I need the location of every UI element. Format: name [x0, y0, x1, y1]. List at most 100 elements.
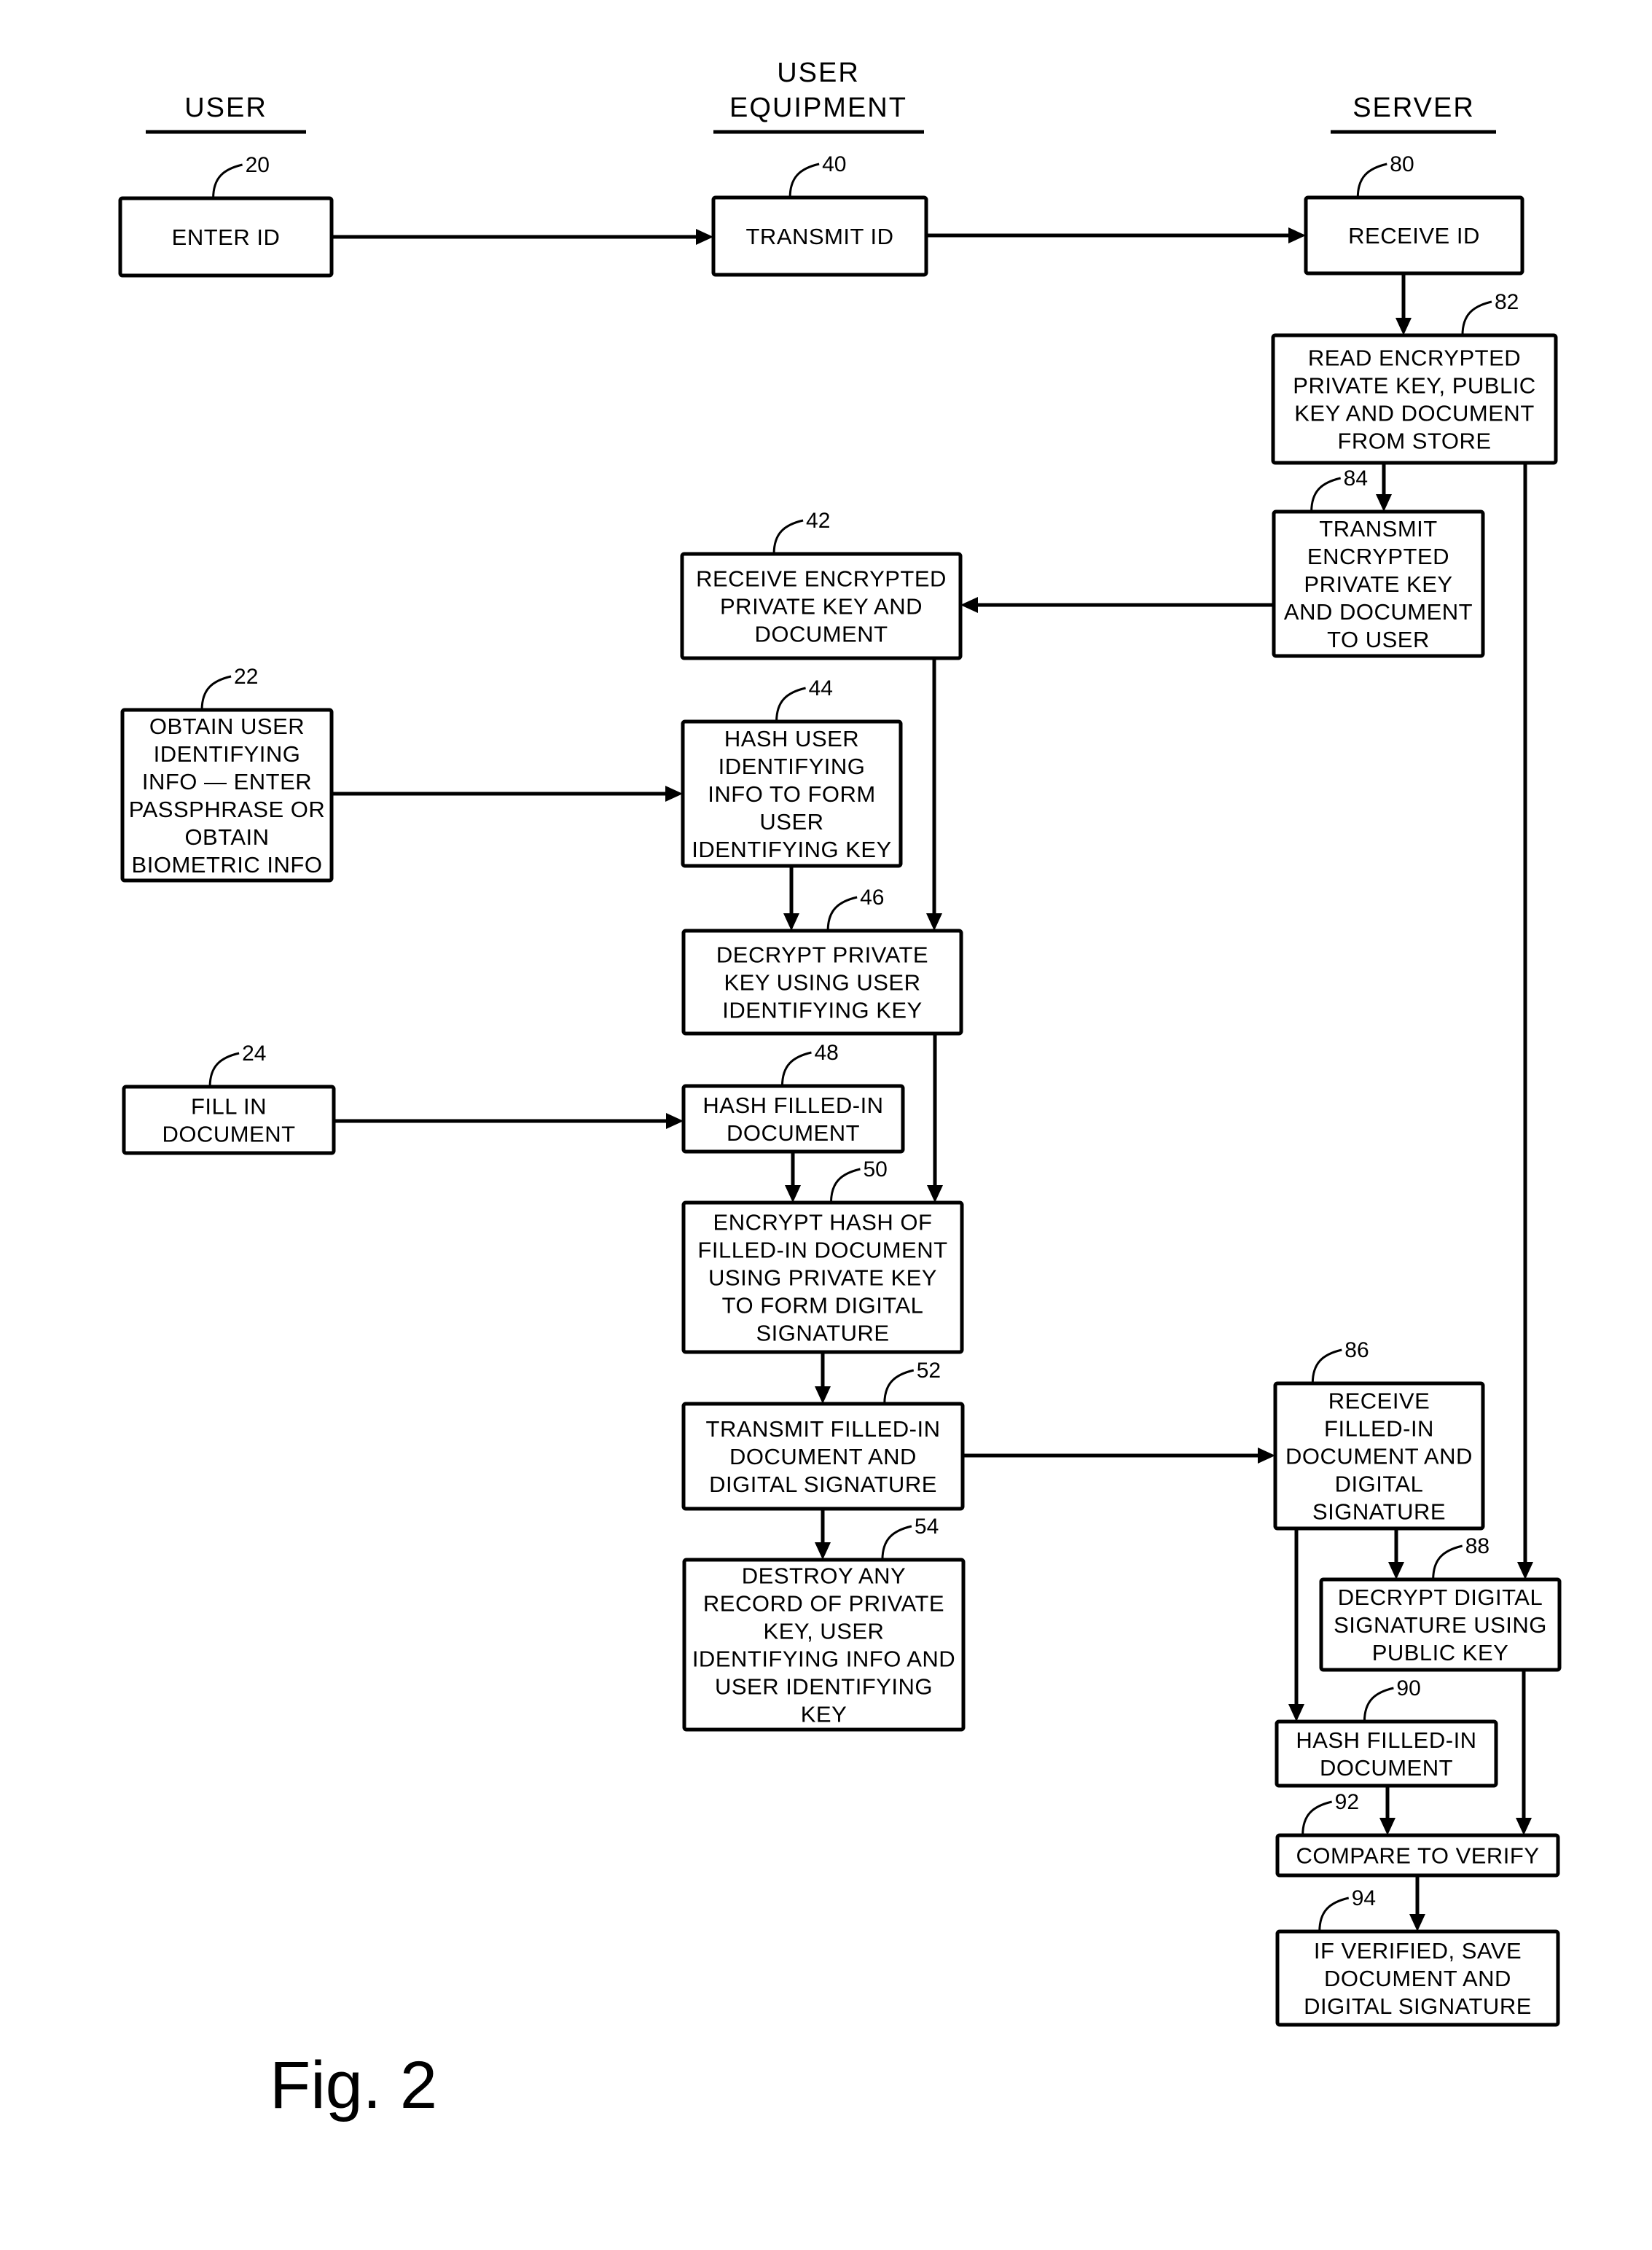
step-label: PRIVATE KEY AND — [720, 594, 923, 620]
leader-line — [780, 1051, 812, 1087]
step-label: INFO — ENTER — [142, 769, 312, 794]
arrow-88-to-92 — [1516, 1670, 1532, 1835]
step-label: DECRYPT DIGITAL — [1338, 1585, 1543, 1610]
step-label: FROM STORE — [1337, 429, 1491, 454]
step-label: USER IDENTIFYING — [715, 1674, 933, 1700]
step-label: INFO TO FORM — [708, 781, 875, 807]
figure-label: Fig. 2 — [270, 2048, 437, 2122]
step-label: READ ENCRYPTED — [1308, 345, 1521, 371]
arrowhead-icon — [927, 1185, 943, 1203]
leader-line — [212, 163, 243, 199]
leader-line — [1461, 300, 1492, 336]
arrowhead-icon — [665, 786, 683, 802]
arrowhead-icon — [1516, 1818, 1532, 1835]
leader-line — [200, 675, 232, 711]
arrowhead-icon — [696, 229, 713, 245]
step-label: BIOMETRIC INFO — [132, 852, 323, 878]
arrow-42-to-46 — [926, 658, 942, 931]
reference-numeral: 92 — [1335, 1790, 1359, 1814]
arrow-50-to-52 — [815, 1352, 831, 1404]
arrowhead-icon — [926, 913, 942, 931]
step-22: OBTAIN USERIDENTIFYINGINFO — ENTER PASSPH… — [120, 665, 334, 883]
step-label: USING PRIVATE KEY — [708, 1265, 937, 1291]
leader-line — [829, 1168, 861, 1203]
step-label: PRIVATE KEY, PUBLIC — [1293, 373, 1535, 399]
leader-line — [1311, 1348, 1342, 1384]
column-title: USER — [777, 58, 860, 88]
step-label: KEY — [801, 1702, 847, 1727]
arrowhead-icon — [1409, 1914, 1425, 1931]
step-label: RECEIVE ENCRYPTED — [696, 566, 947, 592]
step-label: ENCRYPTED — [1307, 544, 1449, 569]
arrowhead-icon — [1517, 1562, 1533, 1579]
step-label: IDENTIFYING — [719, 754, 866, 779]
step-label: DIGITAL SIGNATURE — [709, 1472, 937, 1497]
reference-numeral: 82 — [1495, 290, 1519, 314]
arrowhead-icon — [1388, 1562, 1404, 1579]
step-label: PASSPHRASE OR — [129, 797, 326, 822]
reference-numeral: 80 — [1390, 152, 1414, 176]
step-label: DOCUMENT AND — [1324, 1966, 1511, 1991]
column-title: EQUIPMENT — [729, 93, 907, 123]
reference-numeral: 44 — [809, 676, 833, 700]
leader-line — [1301, 1800, 1332, 1836]
leader-line — [826, 896, 858, 931]
arrowhead-icon — [1395, 318, 1412, 335]
step-label: IDENTIFYING INFO AND — [692, 1647, 955, 1672]
leader-line — [1432, 1544, 1463, 1580]
step-label: HASH FILLED-IN — [702, 1093, 883, 1118]
step-label: ENTER ID — [172, 224, 281, 250]
step-50: ENCRYPT HASH OF FILLED-IN DOCUMENTUSING P… — [681, 1157, 964, 1354]
step-42: RECEIVE ENCRYPTEDPRIVATE KEY ANDDOCUMENT… — [680, 509, 963, 660]
arrow-20-to-40 — [332, 229, 713, 245]
leader-line — [1310, 477, 1341, 512]
step-label: TRANSMIT ID — [746, 224, 894, 249]
step-label: FILL IN — [191, 1094, 267, 1120]
step-label: SIGNATURE USING — [1334, 1612, 1547, 1638]
step-label: DIGITAL — [1335, 1472, 1424, 1497]
arrow-48-to-50 — [785, 1152, 801, 1203]
step-label: IDENTIFYING — [154, 741, 301, 767]
step-48: HASH FILLED-INDOCUMENT 48 — [681, 1041, 905, 1154]
leader-line — [772, 519, 804, 555]
leader-line — [788, 163, 820, 198]
reference-numeral: 90 — [1396, 1676, 1420, 1700]
leader-line — [1318, 1897, 1350, 1932]
arrowhead-icon — [960, 597, 978, 613]
arrowhead-icon — [1288, 227, 1306, 243]
step-label: AND DOCUMENT — [1284, 599, 1473, 625]
reference-numeral: 24 — [242, 1042, 266, 1066]
arrow-40-to-80 — [926, 227, 1306, 243]
reference-numeral: 20 — [246, 153, 270, 177]
arrow-52-to-54 — [815, 1509, 831, 1560]
arrow-46-to-50 — [927, 1034, 943, 1203]
reference-numeral: 52 — [917, 1359, 941, 1383]
arrowhead-icon — [666, 1113, 684, 1129]
step-label: TRANSMIT FILLED-IN — [706, 1416, 941, 1442]
step-label: DIGITAL SIGNATURE — [1304, 1993, 1532, 2019]
leader-line — [1356, 163, 1387, 198]
column-header-server: SERVER — [1331, 93, 1496, 134]
step-label: KEY, USER — [764, 1619, 885, 1644]
step-label: SIGNATURE — [756, 1321, 889, 1346]
arrow-44-to-46 — [783, 866, 799, 931]
leader-line — [775, 687, 806, 722]
arrow-24-to-48 — [334, 1113, 684, 1129]
reference-numeral: 86 — [1344, 1338, 1369, 1362]
step-label: SIGNATURE — [1312, 1499, 1446, 1525]
arrow-86-to-90 — [1288, 1528, 1304, 1722]
step-label: DOCUMENT — [162, 1122, 295, 1147]
step-90: HASH FILLED-INDOCUMENT 90 — [1275, 1676, 1498, 1788]
arrowhead-icon — [815, 1386, 831, 1404]
step-label: OBTAIN — [184, 824, 269, 850]
step-label: FILLED-IN DOCUMENT — [697, 1238, 947, 1263]
step-label: RECEIVE ID — [1348, 223, 1480, 249]
leader-line — [881, 1525, 912, 1560]
reference-numeral: 84 — [1344, 466, 1368, 491]
step-40: TRANSMIT ID 40 — [711, 152, 928, 277]
step-label: HASH USER — [724, 726, 859, 751]
arrow-80-to-82 — [1395, 273, 1412, 335]
step-46: DECRYPT PRIVATEKEY USING USERIDENTIFYING… — [681, 886, 963, 1036]
reference-numeral: 22 — [234, 665, 258, 689]
arrowhead-icon — [1379, 1818, 1395, 1835]
